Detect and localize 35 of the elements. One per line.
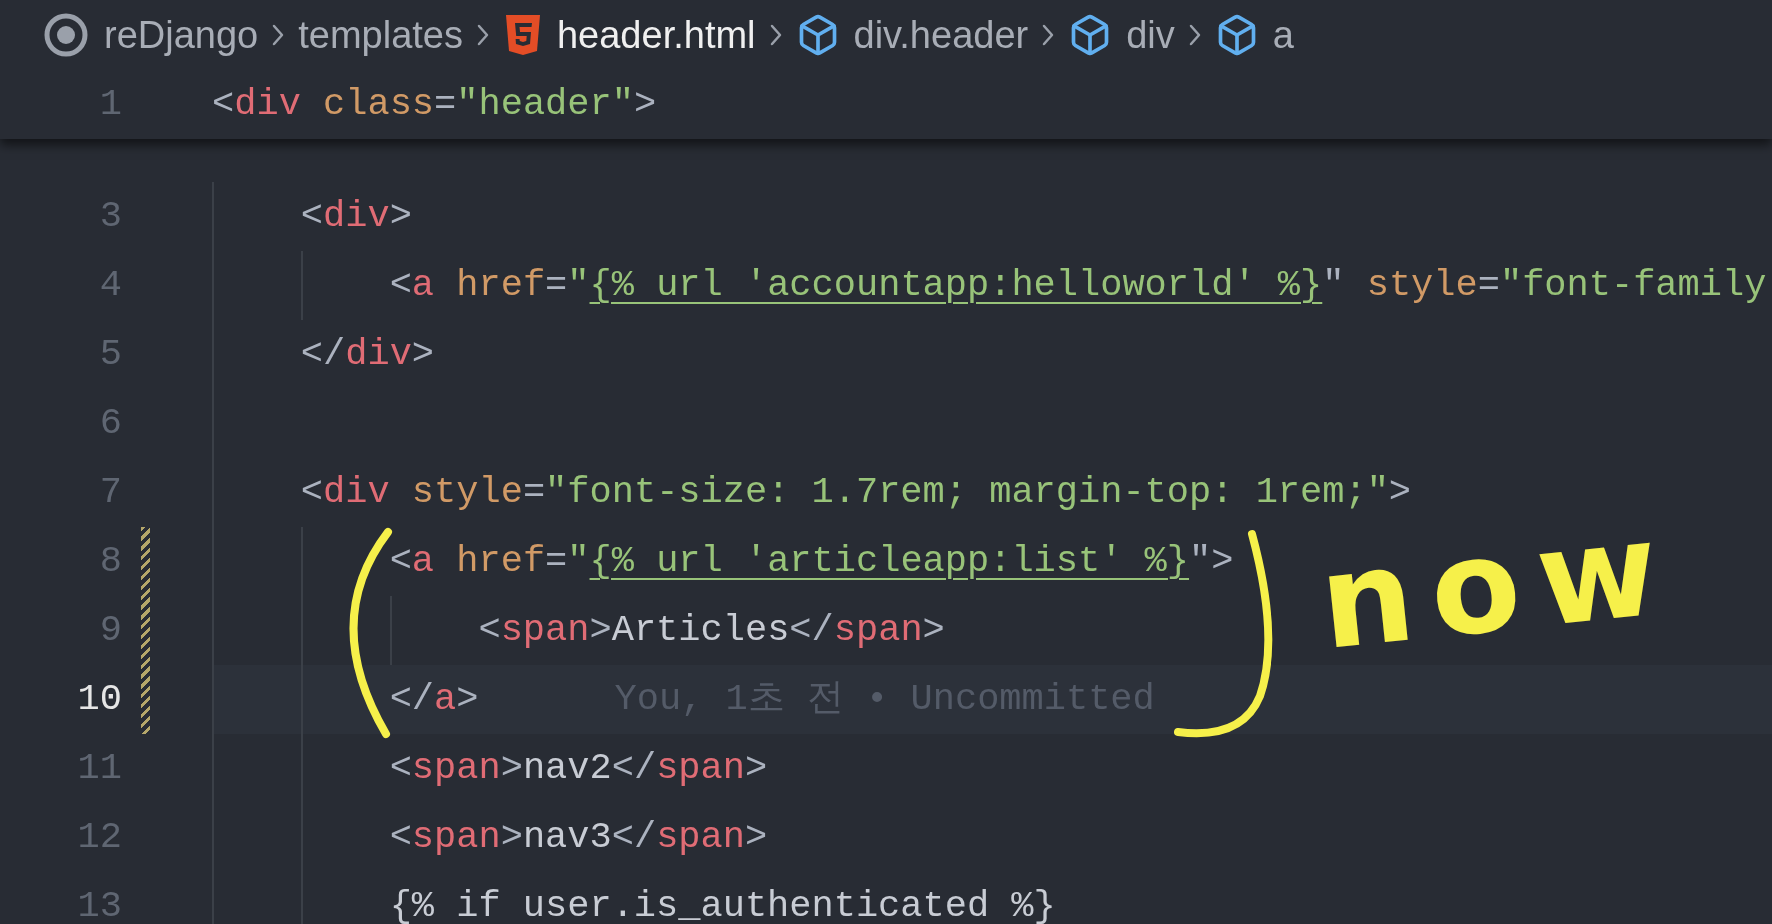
code-line: </a>	[388, 676, 479, 722]
line-number: 8	[98, 538, 122, 584]
chevron-icon	[476, 24, 489, 46]
breadcrumb-item[interactable]: header.html	[556, 6, 756, 64]
code-line: <a href="{% url 'accountapp:helloworld' %}" style="font-family	[388, 262, 1767, 308]
line-number: 9	[98, 607, 122, 653]
line-number: 12	[76, 814, 122, 860]
breadcrumb-item[interactable]: a	[1272, 6, 1294, 64]
chevron-icon	[1188, 24, 1201, 46]
code-line: </div>	[299, 331, 435, 377]
line-number: 11	[76, 745, 122, 791]
code-line: <span>Articles</span>	[477, 607, 945, 653]
chevron-icon	[272, 24, 285, 46]
code-line: <div class="header">	[212, 81, 657, 127]
breadcrumb-item[interactable]: div.header	[853, 6, 1029, 64]
line-number: 10	[76, 676, 122, 722]
line-number: 3	[98, 193, 122, 239]
chevron-icon	[1042, 24, 1055, 46]
line-number: 6	[98, 400, 122, 446]
code-line: {% if user.is_authenticated %}	[388, 883, 1056, 924]
line-number: 1	[98, 81, 122, 127]
code-line: <span>nav3</span>	[388, 814, 768, 860]
breadcrumb-item[interactable]: reDjango	[104, 6, 259, 64]
line-number: 7	[98, 469, 122, 515]
breadcrumb-item[interactable]: templates	[298, 6, 463, 64]
target-icon	[42, 11, 90, 59]
code-line: <span>nav2</span>	[388, 745, 768, 791]
line-number: 4	[98, 262, 122, 308]
breadcrumb-item[interactable]: div	[1126, 6, 1175, 64]
code-line: <div style="font-size: 1.7rem; margin-top: 1rem;">	[299, 469, 1412, 515]
code-line: <div>	[299, 193, 412, 239]
line-number: 5	[98, 331, 122, 377]
code-line: <a href="{% url 'articleapp:list' %}">	[388, 538, 1234, 584]
chevron-icon	[769, 24, 782, 46]
line-number: 13	[76, 883, 122, 924]
